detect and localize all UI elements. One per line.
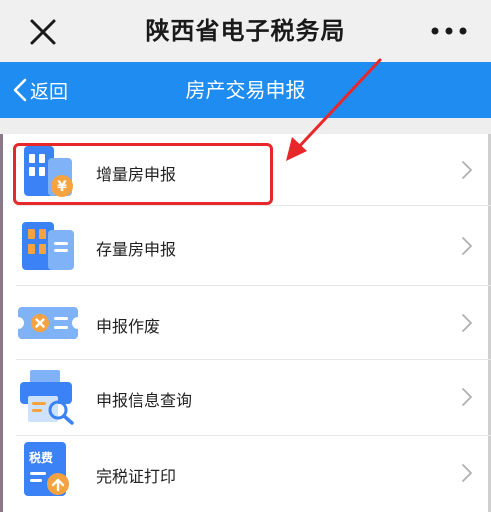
chevron-right-icon [462, 161, 472, 179]
window-title: 陕西省电子税务局 [145, 17, 346, 45]
menu-item-declaration-query[interactable]: 申报信息查询 [0, 360, 491, 436]
wechat-title-bar: 陕西省电子税务局 [0, 0, 491, 62]
chevron-right-icon [462, 464, 472, 482]
menu-item-cancel-declaration[interactable]: 申报作废 [0, 286, 491, 360]
menu-item-label: 申报作废 [96, 317, 161, 336]
menu-item-label: 申报信息查询 [96, 391, 193, 410]
chevron-right-icon [462, 237, 472, 255]
highlight-box [13, 143, 273, 205]
tax-certificate-print-icon: 税费 [18, 440, 78, 500]
existing-house-icon [18, 216, 78, 276]
svg-text:税费: 税费 [29, 450, 53, 465]
app-header: 返回 房产交易申报 [0, 62, 491, 118]
cancel-ticket-icon [18, 293, 78, 353]
page-title: 房产交易申报 [185, 78, 306, 102]
printer-search-icon [18, 366, 78, 426]
more-icon[interactable] [429, 18, 469, 44]
menu-item-label: 存量房申报 [96, 240, 177, 259]
menu-item-tax-certificate-print[interactable]: 税费 完税证打印 [0, 436, 491, 512]
menu-item-existing-house-declaration[interactable]: 存量房申报 [0, 206, 491, 286]
section-separator [0, 118, 491, 134]
chevron-right-icon [462, 388, 472, 406]
menu-item-label: 完税证打印 [96, 467, 177, 486]
chevron-right-icon [462, 314, 472, 332]
